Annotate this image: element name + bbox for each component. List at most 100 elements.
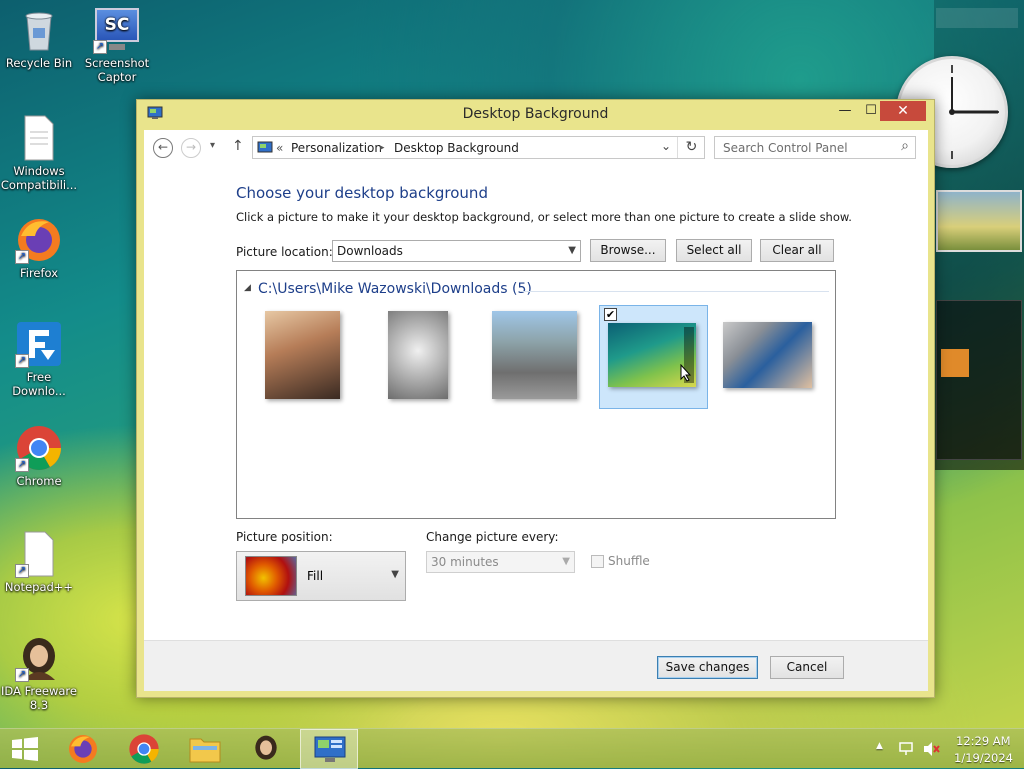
breadcrumb-desktop-background[interactable]: Desktop Background [394, 141, 519, 155]
taskbar-control-panel[interactable] [300, 729, 358, 769]
feed-icon [941, 349, 969, 377]
cancel-button[interactable]: Cancel [770, 656, 844, 679]
change-picture-every-label: Change picture every: [426, 530, 559, 544]
document-icon [15, 114, 63, 162]
group-collapse-toggle[interactable]: ◢ [244, 283, 251, 293]
picture-thumbnail[interactable] [388, 311, 448, 399]
clock-time[interactable]: 12:29 AM [956, 734, 1011, 748]
desktop-icon-label: Notepad++ [4, 580, 74, 594]
control-panel-icon [314, 736, 346, 762]
desktop-icon-ida-freeware[interactable]: ↗ IDA Freeware 8.3 [0, 634, 78, 712]
up-button[interactable]: ↑ [232, 138, 244, 154]
close-button[interactable]: ✕ [880, 101, 926, 121]
taskbar-firefox[interactable] [54, 729, 112, 769]
taskbar-chrome[interactable] [115, 729, 173, 769]
picture-checkbox[interactable]: ✔ [604, 308, 617, 321]
sc-badge: SC [95, 8, 139, 42]
desktop-icon-firefox[interactable]: ↗ Firefox [0, 216, 78, 280]
picture-position-value: Fill [307, 569, 324, 583]
shortcut-arrow-icon: ↗ [15, 564, 29, 578]
show-hidden-icons-button[interactable]: ▲ [876, 741, 883, 751]
desktop-icon-free-download[interactable]: ↗ Free Downlo... [0, 320, 78, 398]
chevron-down-icon: ▼ [391, 569, 399, 580]
picture-thumbnail-selected[interactable]: ✔ [599, 305, 708, 409]
recent-locations-button[interactable]: ▾ [210, 140, 215, 151]
shortcut-arrow-icon: ↗ [93, 40, 107, 54]
desktop-icon-label: Free Downlo... [12, 370, 66, 398]
picture-thumbnail[interactable] [723, 322, 812, 388]
desktop-background-window: Desktop Background — ☐ ✕ ← → ▾ ↑ « Perso… [136, 99, 935, 698]
address-bar[interactable]: « Personalization ▸ Desktop Background ⌄… [252, 136, 705, 159]
picture-thumbnail[interactable] [492, 311, 577, 399]
picture-position-label: Picture position: [236, 530, 333, 544]
change-picture-every-select[interactable]: 30 minutes ▼ [426, 551, 575, 573]
shortcut-arrow-icon: ↗ [15, 354, 29, 368]
shortcut-arrow-icon: ↗ [15, 250, 29, 264]
desktop-icon-chrome[interactable]: ↗ Chrome [0, 424, 78, 488]
save-changes-button[interactable]: Save changes [657, 656, 758, 679]
clear-all-button[interactable]: Clear all [760, 239, 834, 262]
taskbar-file-explorer[interactable] [176, 729, 234, 769]
notepad-plus-plus-icon: ↗ [15, 530, 63, 578]
feed-gadget[interactable] [936, 300, 1022, 460]
slideshow-gadget[interactable] [936, 190, 1022, 252]
desktop-icon-label: Windows Compatibili... [0, 164, 78, 192]
folder-icon [189, 738, 221, 763]
shortcut-arrow-icon: ↗ [15, 458, 29, 472]
browse-button[interactable]: Browse... [590, 239, 666, 262]
forward-button[interactable]: → [181, 138, 201, 158]
control-panel-icon [257, 141, 273, 155]
taskbar-ida-freeware[interactable] [237, 729, 295, 769]
picture-position-select[interactable]: Fill ▼ [236, 551, 406, 601]
title-bar[interactable]: Desktop Background — ☐ ✕ [137, 100, 934, 130]
search-box[interactable]: Search Control Panel ⌕ [714, 136, 916, 159]
chrome-icon: ↗ [15, 424, 63, 472]
page-heading: Choose your desktop background [236, 184, 488, 202]
address-dropdown-button[interactable]: ⌄ [661, 139, 671, 153]
desktop-icon-recycle-bin[interactable]: Recycle Bin [0, 6, 78, 70]
start-button[interactable] [0, 729, 50, 769]
recycle-bin-icon [15, 6, 63, 54]
picture-location-select[interactable]: Downloads ▼ [332, 240, 581, 262]
picture-thumbnail[interactable] [265, 311, 340, 399]
desktop-icon-screenshot-captor[interactable]: SC ↗ Screenshot Captor [78, 6, 156, 84]
firefox-icon [69, 735, 97, 763]
select-all-button[interactable]: Select all [676, 239, 752, 262]
windows-logo-icon [12, 737, 38, 761]
screenshot-captor-icon: SC ↗ [93, 6, 141, 54]
desktop-icon-label: Firefox [19, 266, 59, 280]
gadget-toolbar[interactable] [936, 8, 1018, 28]
picture-location-label: Picture location: [236, 245, 333, 259]
group-header[interactable]: C:\Users\Mike Wazowski\Downloads (5) [258, 281, 532, 297]
desktop-icon-label: IDA Freeware 8.3 [1, 684, 77, 712]
breadcrumb-overflow[interactable]: « [276, 141, 283, 155]
minimize-button[interactable]: — [833, 101, 857, 121]
chevron-down-icon: ▼ [562, 556, 570, 567]
firefox-icon: ↗ [15, 216, 63, 264]
ida-freeware-icon: ↗ [15, 634, 63, 682]
chevron-down-icon: ▼ [568, 245, 576, 256]
desktop-icon-label: Chrome [16, 474, 62, 488]
desktop-icon-label: Screenshot Captor [84, 56, 150, 84]
network-icon[interactable] [898, 741, 914, 757]
shuffle-checkbox[interactable] [591, 555, 604, 568]
volume-muted-icon[interactable] [922, 741, 940, 757]
change-picture-every-value: 30 minutes [431, 555, 499, 569]
desktop-icon-notepad-plus-plus[interactable]: ↗ Notepad++ [0, 530, 78, 594]
chrome-icon [129, 734, 159, 764]
free-download-manager-icon: ↗ [15, 320, 63, 368]
search-placeholder: Search Control Panel [723, 141, 848, 155]
refresh-button[interactable]: ↻ [677, 137, 705, 158]
search-icon[interactable]: ⌕ [901, 138, 909, 154]
back-button[interactable]: ← [153, 138, 173, 158]
page-description: Click a picture to make it your desktop … [236, 210, 852, 224]
desktop-icon-windows-compatibility[interactable]: Windows Compatibili... [0, 114, 78, 192]
breadcrumb-separator[interactable]: ▸ [380, 143, 385, 153]
clock-date[interactable]: 1/19/2024 [954, 751, 1013, 765]
shortcut-arrow-icon: ↗ [15, 668, 29, 682]
mouse-cursor-icon [680, 364, 692, 382]
dialog-footer: Save changes Cancel [144, 640, 928, 691]
picture-list[interactable]: ◢ C:\Users\Mike Wazowski\Downloads (5) ✔ [236, 270, 836, 519]
position-preview-icon [245, 556, 297, 596]
breadcrumb-personalization[interactable]: Personalization [291, 141, 382, 155]
